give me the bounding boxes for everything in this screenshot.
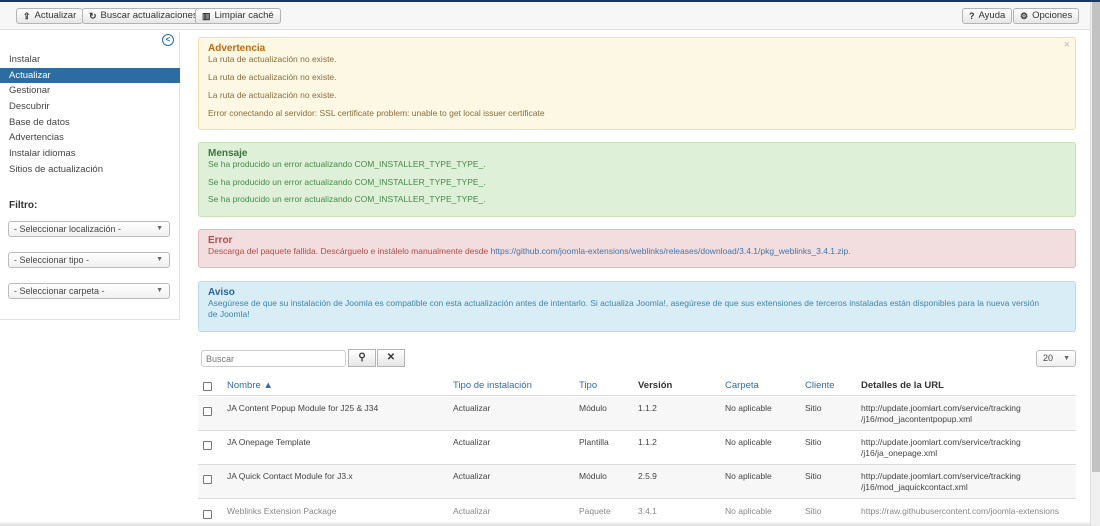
table-row: JA Quick Contact Module for J3.x Actuali… <box>198 465 1076 499</box>
alert-line: Se ha producido un error actualizando CO… <box>208 176 486 187</box>
question-icon: ? <box>969 11 975 21</box>
chevron-down-icon: ▼ <box>156 225 163 232</box>
sidebar: < Instalar Actualizar Gestionar Descubri… <box>0 32 180 320</box>
alert-line: La ruta de actualización no existe. <box>208 54 337 64</box>
help-button[interactable]: ? Ayuda <box>962 8 1013 24</box>
sort-up-icon: ▲ <box>263 380 273 391</box>
location-filter-select[interactable]: - Seleccionar localización - ▼ <box>8 221 170 237</box>
alert-line: Descarga del paquete fallida. Descárguel… <box>208 246 851 256</box>
column-header-version: Versión <box>638 380 673 391</box>
alert-line: La ruta de actualización no existe. <box>208 72 337 82</box>
row-checkbox[interactable] <box>203 475 212 484</box>
list-limit-select[interactable]: 20 ▼ <box>1036 350 1076 367</box>
sidebar-item-manage[interactable]: Gestionar <box>0 83 180 99</box>
row-checkbox[interactable] <box>203 441 212 450</box>
table-row: JA Onepage Template Actualizar Plantilla… <box>198 431 1076 465</box>
sidebar-item-warnings[interactable]: Advertencias <box>0 130 180 146</box>
page-scrollbar[interactable] <box>1090 2 1100 526</box>
filter-title: Filtro: <box>9 200 38 211</box>
alert-line: Asegúrese de que su instalación de Jooml… <box>208 298 1040 319</box>
select-all-checkbox[interactable] <box>203 382 212 391</box>
search-button[interactable]: ⚲ <box>348 349 376 367</box>
alert-heading: Error <box>208 235 233 246</box>
error-alert: Error Descarga del paquete fallida. Desc… <box>198 229 1076 268</box>
alert-line: Se ha producido un error actualizando CO… <box>208 194 486 204</box>
folder-filter-select[interactable]: - Seleccionar carpeta - ▼ <box>8 283 170 299</box>
sidebar-item-languages[interactable]: Instalar idiomas <box>0 146 180 162</box>
alert-line: La ruta de actualización no existe. <box>208 90 337 100</box>
close-icon[interactable]: × <box>1064 39 1070 51</box>
chevron-down-icon: ▼ <box>156 287 163 294</box>
package-download-link[interactable]: https://github.com/joomla-extensions/web… <box>491 246 849 256</box>
options-button[interactable]: ⚙ Opciones <box>1013 8 1080 24</box>
sidebar-nav: Instalar Actualizar Gestionar Descubrir … <box>0 52 180 178</box>
info-alert: Aviso Asegúrese de que su instalación de… <box>198 281 1076 332</box>
alert-heading: Mensaje <box>208 148 248 159</box>
row-checkbox[interactable] <box>203 407 212 416</box>
sidebar-item-update-sites[interactable]: Sitios de actualización <box>0 162 180 178</box>
sidebar-item-discover[interactable]: Descubrir <box>0 99 180 115</box>
alert-heading: Aviso <box>208 287 235 298</box>
column-header-type[interactable]: Tipo <box>579 380 597 391</box>
page-bottom-edge <box>0 521 1090 526</box>
clear-search-button[interactable]: ✕ <box>377 349 405 367</box>
trash-icon: ▥ <box>202 11 211 21</box>
upload-icon: ⇪ <box>23 11 31 21</box>
refresh-icon: ↻ <box>89 11 97 21</box>
chevron-down-icon: ▼ <box>1063 355 1070 362</box>
update-button[interactable]: ⇪ Actualizar <box>16 8 84 24</box>
find-updates-button[interactable]: ↻ Buscar actualizaciones <box>82 8 205 24</box>
table-header: Nombre ▲ Tipo de instalación Tipo Versió… <box>198 376 1076 396</box>
column-header-client[interactable]: Cliente <box>805 380 835 391</box>
purge-cache-button[interactable]: ▥ Limpiar caché <box>195 8 281 24</box>
search-icon: ⚲ <box>358 352 366 363</box>
row-checkbox[interactable] <box>203 510 212 519</box>
column-header-url: Detalles de la URL <box>861 380 944 391</box>
warning-alert: × Advertencia La ruta de actualización n… <box>198 37 1076 130</box>
column-header-install-type[interactable]: Tipo de instalación <box>453 380 532 391</box>
sidebar-item-install[interactable]: Instalar <box>0 52 180 68</box>
chevron-down-icon: ▼ <box>156 256 163 263</box>
scrollbar-thumb[interactable] <box>1092 2 1100 472</box>
collapse-sidebar-icon[interactable]: < <box>162 34 174 46</box>
type-filter-select[interactable]: - Seleccionar tipo - ▼ <box>8 252 170 268</box>
alert-line: Se ha producido un error actualizando CO… <box>208 159 486 169</box>
close-icon: ✕ <box>386 352 396 363</box>
search-input[interactable] <box>201 350 346 367</box>
column-header-name[interactable]: Nombre ▲ <box>227 380 273 391</box>
alert-heading: Advertencia <box>208 43 266 54</box>
gear-icon: ⚙ <box>1020 11 1029 21</box>
message-alert: Mensaje Se ha producido un error actuali… <box>198 142 1076 217</box>
toolbar: ⇪ Actualizar ↻ Buscar actualizaciones ▥ … <box>0 2 1090 30</box>
alert-line: Error conectando al servidor: SSL certif… <box>208 108 545 118</box>
sidebar-item-update[interactable]: Actualizar <box>0 67 180 84</box>
table-row: JA Content Popup Module for J25 & J34 Ac… <box>198 397 1076 431</box>
sidebar-item-database[interactable]: Base de datos <box>0 115 180 131</box>
column-header-folder[interactable]: Carpeta <box>725 380 759 391</box>
